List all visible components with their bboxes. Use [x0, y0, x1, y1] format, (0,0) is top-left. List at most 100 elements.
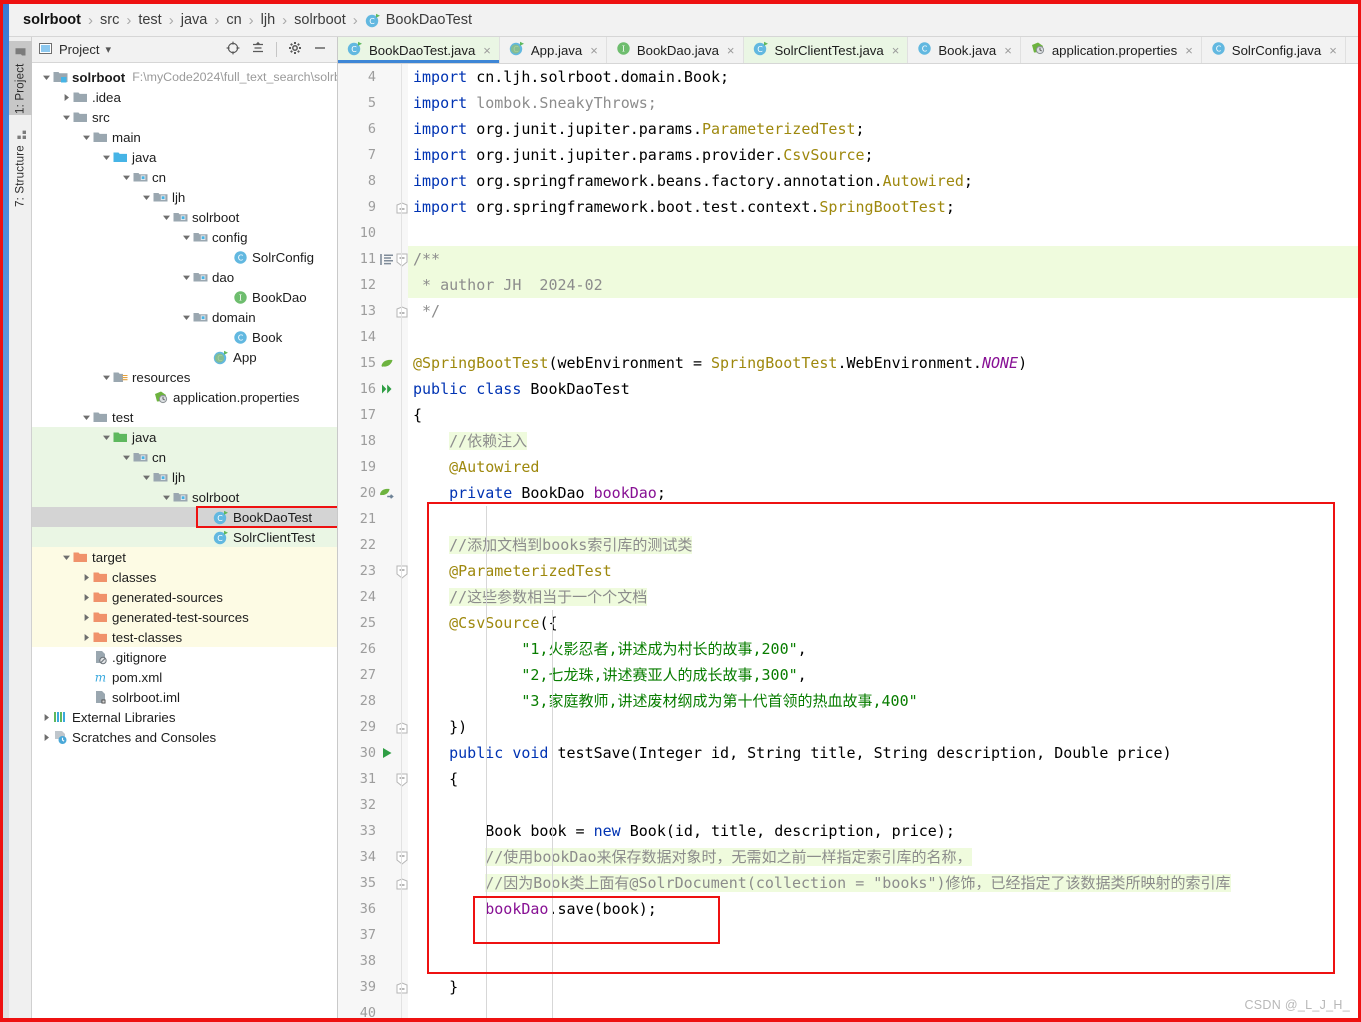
tree-node-test[interactable]: test [32, 407, 337, 427]
code-line-5[interactable]: import lombok.SneakyThrows; [408, 90, 1358, 116]
breadcrumb-item-bookdaotest[interactable]: C BookDaoTest [365, 12, 472, 28]
tree-node-domain[interactable]: domain [32, 307, 337, 327]
tree-node-classes[interactable]: classes [32, 567, 337, 587]
tree-node-java[interactable]: java [32, 427, 337, 447]
editor-tab-book-java[interactable]: C Book.java × [908, 37, 1021, 63]
code-line-29[interactable]: }) [408, 714, 1358, 740]
code-line-4[interactable]: import cn.ljh.solrboot.domain.Book; [408, 64, 1358, 90]
editor-gutter[interactable]: 4 5 6 7 8 9 10 11 12 13 14 15 16 17 18 19 20 21 22 23 24 25 26… [338, 64, 408, 1018]
gutter-row-36[interactable]: 36 [338, 896, 408, 922]
tree-node-cn[interactable]: cn [32, 447, 337, 467]
code-line-22[interactable]: //添加文档到books索引库的测试类 [408, 532, 1358, 558]
chevron-down-icon[interactable] [100, 153, 113, 162]
chevron-down-icon[interactable] [140, 193, 153, 202]
hide-panel-icon[interactable] [313, 41, 327, 58]
code-editor[interactable]: 4 5 6 7 8 9 10 11 12 13 14 15 16 17 18 19 20 21 22 23 24 25 26… [338, 64, 1358, 1018]
breadcrumb-item-ljh[interactable]: ljh [261, 12, 276, 28]
code-line-20[interactable]: private BookDao bookDao; [408, 480, 1358, 506]
tree-node-target[interactable]: target [32, 547, 337, 567]
chevron-down-icon[interactable] [60, 113, 73, 122]
bean-icon[interactable] [378, 486, 396, 500]
chevron-down-icon[interactable] [100, 433, 113, 442]
code-line-23[interactable]: @ParameterizedTest [408, 558, 1358, 584]
gear-icon[interactable] [288, 41, 302, 58]
chevron-right-icon[interactable] [80, 593, 93, 602]
tree-node-solrclienttest[interactable]: C SolrClientTest [32, 527, 337, 547]
gutter-row-17[interactable]: 17 [338, 402, 408, 428]
gutter-row-24[interactable]: 24 [338, 584, 408, 610]
close-icon[interactable]: × [1185, 43, 1193, 58]
gutter-row-21[interactable]: 21 [338, 506, 408, 532]
chevron-right-icon[interactable] [80, 573, 93, 582]
code-line-37[interactable] [408, 922, 1358, 948]
code-line-24[interactable]: //这些参数相当于一个个文档 [408, 584, 1358, 610]
gutter-row-38[interactable]: 38 [338, 948, 408, 974]
chevron-right-icon[interactable] [80, 613, 93, 622]
editor-tab-solrconfig-java[interactable]: C SolrConfig.java × [1201, 37, 1346, 63]
gutter-row-22[interactable]: 22 [338, 532, 408, 558]
code-line-36[interactable]: bookDao.save(book); [408, 896, 1358, 922]
tree-node-java[interactable]: java [32, 147, 337, 167]
code-line-34[interactable]: //使用bookDao来保存数据对象时，无需如之前一样指定索引库的名称， [408, 844, 1358, 870]
code-line-35[interactable]: //因为Book类上面有@SolrDocument(collection = "… [408, 870, 1358, 896]
close-icon[interactable]: × [590, 43, 598, 58]
chevron-right-icon[interactable] [40, 713, 53, 722]
chevron-right-icon[interactable] [60, 93, 73, 102]
gutter-row-30[interactable]: 30 [338, 740, 408, 766]
editor-tab-application-properties[interactable]: application.properties × [1020, 37, 1202, 63]
tree-node-generated-sources[interactable]: generated-sources [32, 587, 337, 607]
fold-fold-start-icon[interactable] [396, 253, 408, 267]
tree-node-pom-xml[interactable]: m pom.xml [32, 667, 337, 687]
tree-node-generated-test-sources[interactable]: generated-test-sources [32, 607, 337, 627]
tree-node-ljh[interactable]: ljh [32, 187, 337, 207]
close-icon[interactable]: × [483, 43, 491, 58]
chevron-down-icon[interactable] [120, 173, 133, 182]
chevron-down-icon[interactable] [80, 133, 93, 142]
tree-node-application-properties[interactable]: application.properties [32, 387, 337, 407]
tree-node-external-libraries[interactable]: External Libraries [32, 707, 337, 727]
code-line-15[interactable]: @SpringBootTest(webEnvironment = SpringB… [408, 350, 1358, 376]
code-line-33[interactable]: Book book = new Book(id, title, descript… [408, 818, 1358, 844]
tree-node-book[interactable]: C Book [32, 327, 337, 347]
code-line-10[interactable] [408, 220, 1358, 246]
tree-node-dao[interactable]: dao [32, 267, 337, 287]
close-icon[interactable]: × [1004, 43, 1012, 58]
gutter-row-37[interactable]: 37 [338, 922, 408, 948]
close-icon[interactable]: × [892, 43, 900, 58]
chevron-down-icon[interactable] [180, 273, 193, 282]
gutter-row-10[interactable]: 10 [338, 220, 408, 246]
tree-node--idea[interactable]: .idea [32, 87, 337, 107]
chevron-down-icon[interactable] [60, 553, 73, 562]
sidebar-item-structure[interactable]: 7: Structure [9, 123, 32, 219]
code-line-7[interactable]: import org.junit.jupiter.params.provider… [408, 142, 1358, 168]
doc-icon[interactable] [378, 253, 396, 266]
tree-node-scratches-and-consoles[interactable]: Scratches and Consoles [32, 727, 337, 747]
breadcrumb-item-solrboot[interactable]: solrboot [294, 12, 346, 28]
project-tree[interactable]: solrboot F:\myCode2024\full_text_search\s… [32, 63, 337, 747]
fold-fold-end-icon[interactable] [396, 721, 408, 734]
tree-node-solrboot[interactable]: solrboot F:\myCode2024\full_text_search\s… [32, 67, 337, 87]
tree-node-test-classes[interactable]: test-classes [32, 627, 337, 647]
editor-tab-bookdao-java[interactable]: I BookDao.java × [606, 37, 744, 63]
tree-node--gitignore[interactable]: .gitignore [32, 647, 337, 667]
code-line-40[interactable] [408, 1000, 1358, 1018]
chevron-down-icon[interactable] [180, 233, 193, 242]
code-line-19[interactable]: @Autowired [408, 454, 1358, 480]
fold-fold-start-icon[interactable] [396, 851, 408, 865]
editor-tab-bar[interactable]: C BookDaoTest.java × C App.java × I BookDao.jav… [338, 37, 1358, 64]
run-all-icon[interactable] [378, 382, 396, 396]
gutter-row-16[interactable]: 16 [338, 376, 408, 402]
breadcrumb-item-src[interactable]: src [100, 12, 119, 28]
chevron-down-icon[interactable] [160, 213, 173, 222]
code-line-17[interactable]: { [408, 402, 1358, 428]
collapse-all-icon[interactable] [251, 41, 265, 58]
breadcrumb-item-test[interactable]: test [138, 12, 161, 28]
gutter-row-5[interactable]: 5 [338, 90, 408, 116]
code-line-13[interactable]: */ [408, 298, 1358, 324]
code-line-11[interactable]: /** [408, 246, 1358, 272]
gutter-row-26[interactable]: 26 [338, 636, 408, 662]
run-test-icon[interactable] [378, 746, 396, 760]
chevron-down-icon[interactable] [100, 373, 113, 382]
close-icon[interactable]: × [1329, 43, 1337, 58]
gutter-row-6[interactable]: 6 [338, 116, 408, 142]
